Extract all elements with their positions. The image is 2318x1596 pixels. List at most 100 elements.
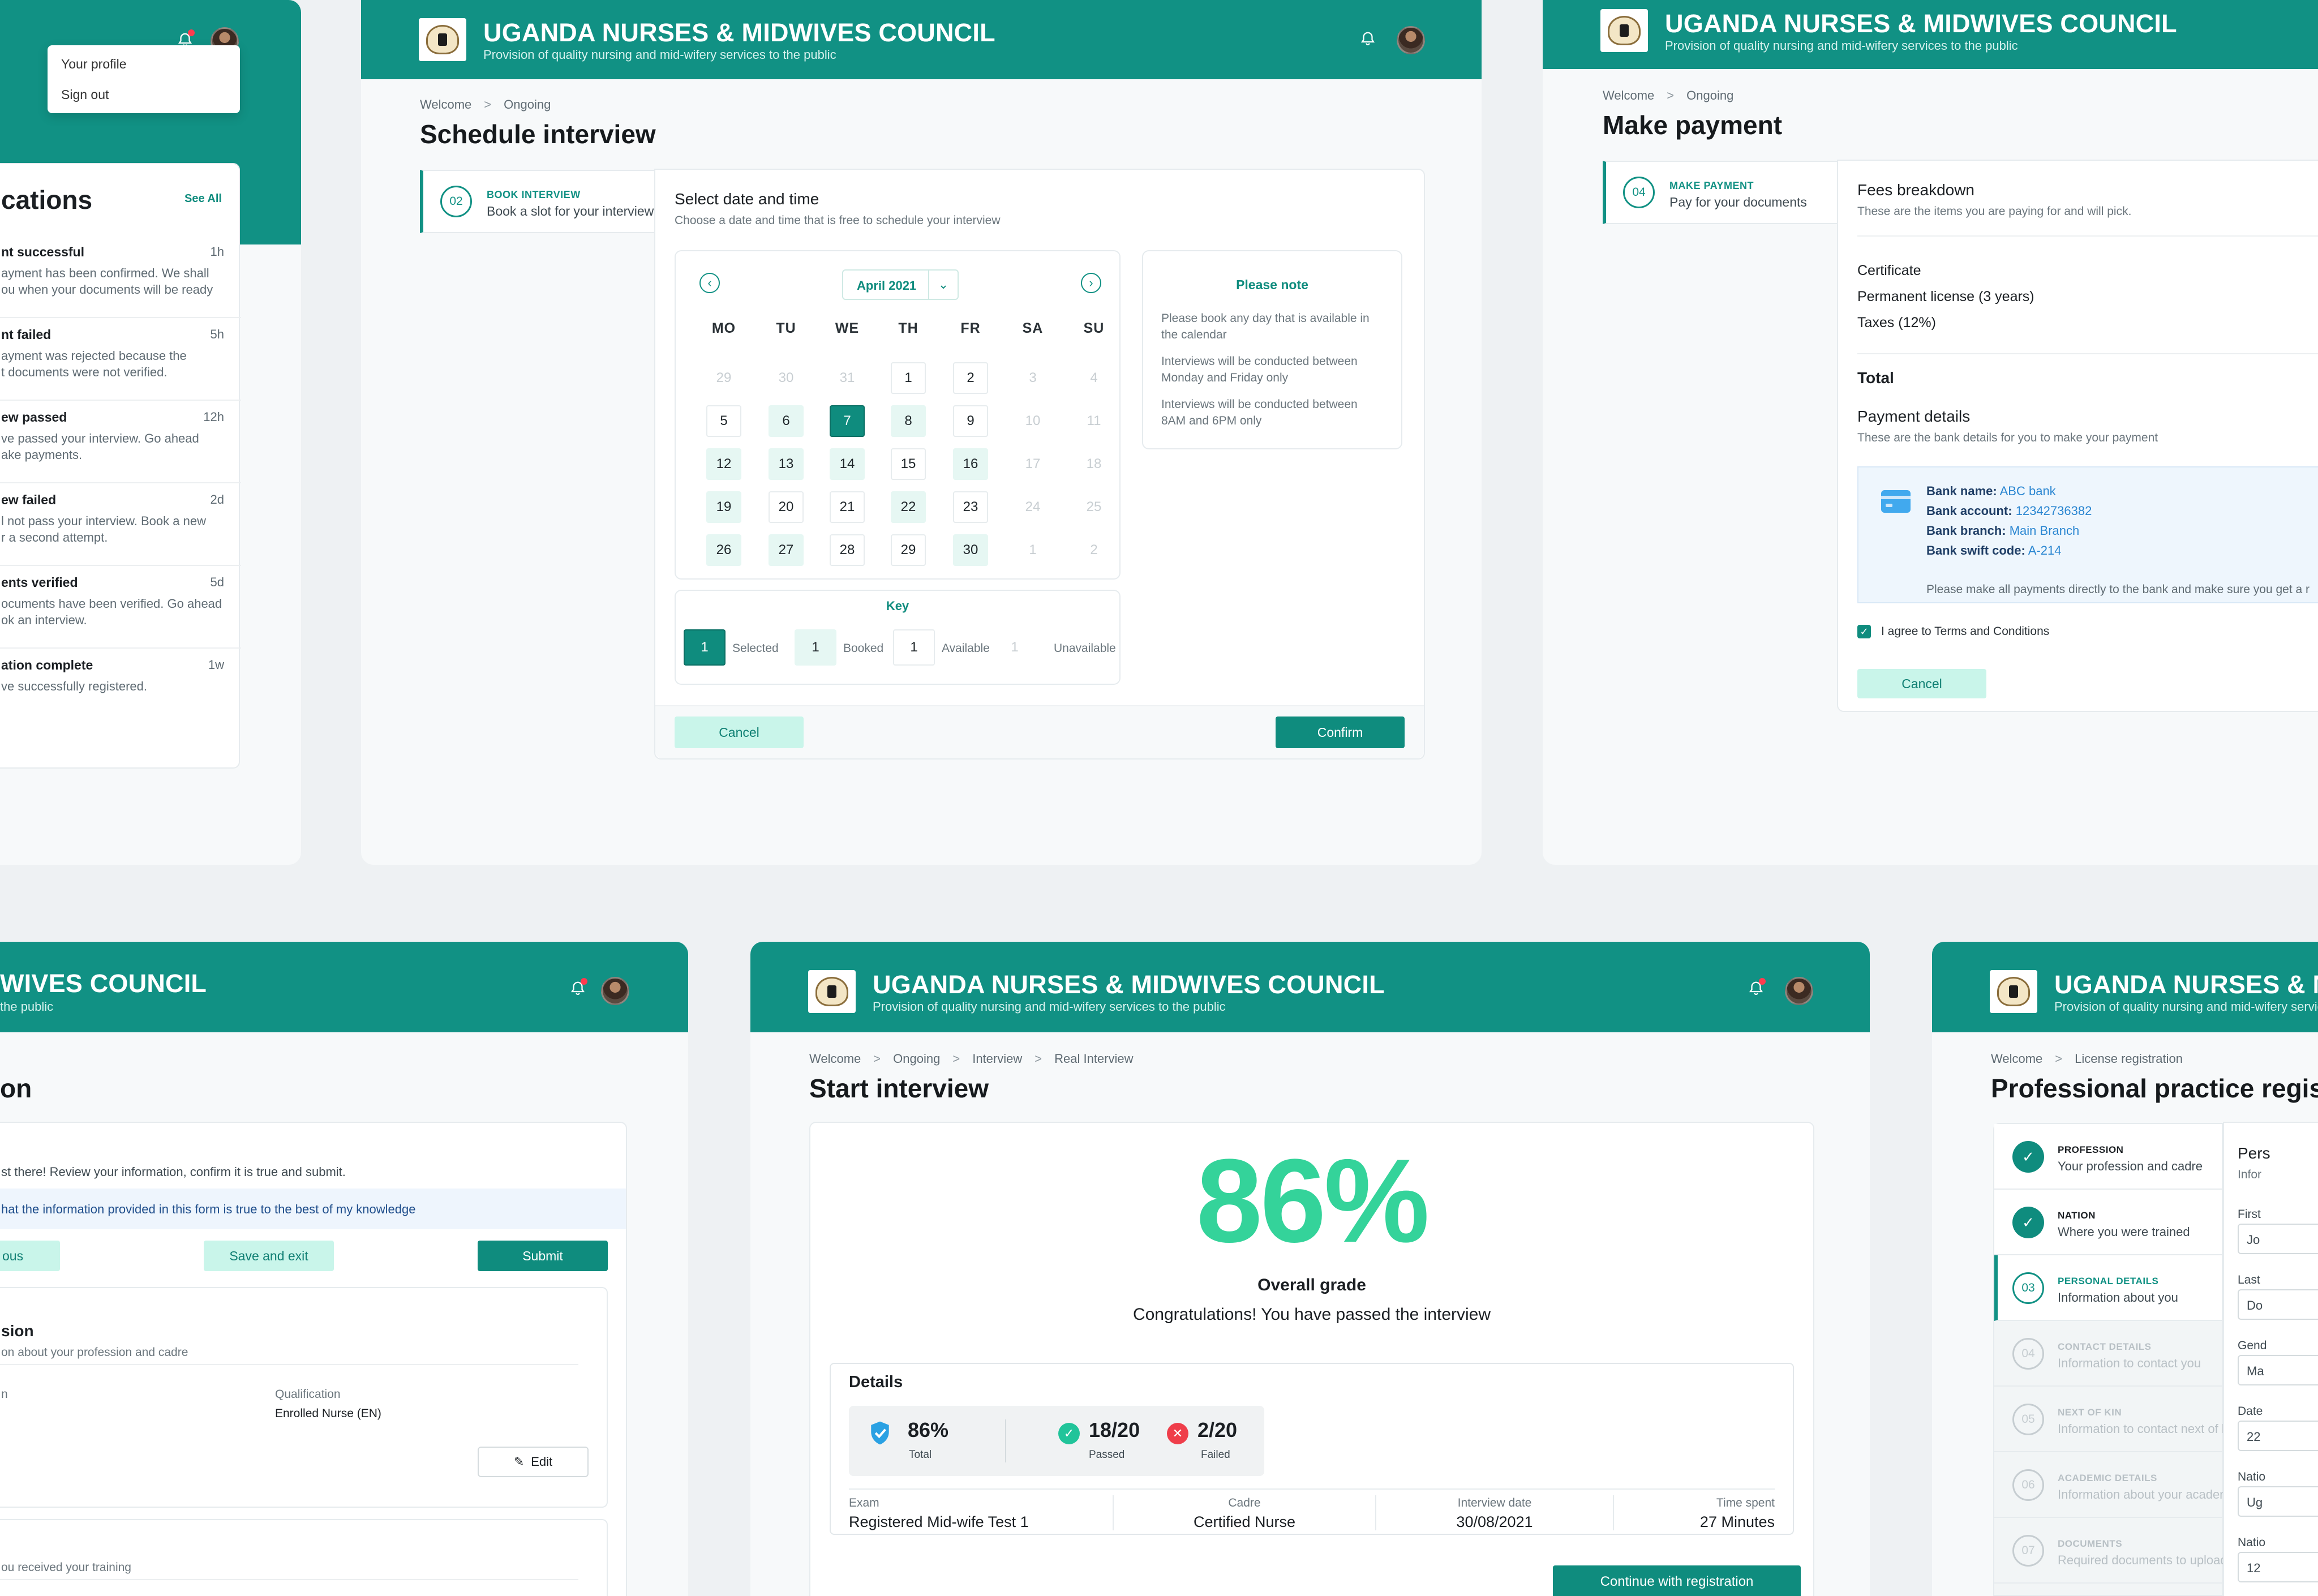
notification-item[interactable]: ents verified 5d ocuments have been verifi… bbox=[0, 566, 241, 649]
registration-steps: ✓ PROFESSION Your profession and cadre ✓ NAT… bbox=[1993, 1123, 2245, 1596]
notification-item[interactable]: ew passed 12h ve passed your interview. Go… bbox=[0, 401, 241, 483]
menu-item-sign-out[interactable]: Sign out bbox=[61, 87, 109, 102]
breadcrumb-ongoing[interactable]: Ongoing bbox=[504, 97, 551, 111]
breadcrumb-welcome[interactable]: Welcome bbox=[420, 97, 471, 111]
council-logo bbox=[808, 970, 856, 1013]
notification-text: ou when your documents will be ready bbox=[1, 282, 213, 297]
edit-button[interactable]: ✎ Edit bbox=[478, 1447, 589, 1477]
see-all-link[interactable]: See All bbox=[184, 192, 222, 205]
previous-button[interactable]: ous bbox=[0, 1241, 60, 1271]
breadcrumb-ongoing[interactable]: Ongoing bbox=[893, 1052, 940, 1066]
calendar-day[interactable]: 28 bbox=[830, 534, 865, 566]
bell-icon[interactable] bbox=[1359, 31, 1376, 48]
calendar-day-selected[interactable]: 7 bbox=[830, 405, 865, 437]
bell-icon[interactable] bbox=[1748, 978, 1766, 997]
save-and-exit-button[interactable]: Save and exit bbox=[204, 1241, 334, 1271]
field-value: 12 bbox=[2247, 1561, 2261, 1575]
calendar-day[interactable]: 27 bbox=[769, 534, 804, 566]
step-make-payment[interactable]: 04 MAKE PAYMENT Pay for your documents bbox=[1603, 161, 1840, 224]
calendar-day: 29 bbox=[716, 370, 732, 385]
pencil-icon: ✎ bbox=[513, 1455, 525, 1469]
form-title: Pers bbox=[2238, 1144, 2270, 1162]
calendar-day[interactable]: 23 bbox=[953, 491, 988, 523]
agree-checkbox[interactable]: ✓ bbox=[1857, 625, 1871, 638]
calendar-day: 3 bbox=[1029, 370, 1037, 385]
submit-button[interactable]: Submit bbox=[478, 1241, 608, 1271]
congrats-message: Congratulations! You have passed the int… bbox=[1132, 1305, 1491, 1324]
bank-detail-key: Bank account: bbox=[1926, 504, 2012, 518]
form-field: Gend Ma bbox=[2238, 1339, 2318, 1405]
menu-item-your-profile[interactable]: Your profile bbox=[61, 57, 127, 72]
calendar-day[interactable]: 1 bbox=[891, 362, 926, 394]
field-label: First bbox=[2238, 1208, 2261, 1221]
notification-text: ve passed your interview. Go ahead bbox=[1, 431, 199, 445]
calendar-day[interactable]: 22 bbox=[891, 491, 926, 523]
overall-score: 86% bbox=[1196, 1134, 1430, 1267]
calendar-day[interactable]: 8 bbox=[891, 405, 926, 437]
calendar-day[interactable]: 12 bbox=[706, 448, 741, 480]
notification-text: l not pass your interview. Book a new bbox=[1, 514, 206, 528]
step-book-interview[interactable]: 02 BOOK INTERVIEW Book a slot for your i… bbox=[420, 170, 658, 233]
notification-item[interactable]: ation complete 1w ve successfully register… bbox=[0, 649, 241, 731]
field-input[interactable]: 12 bbox=[2238, 1552, 2318, 1582]
breadcrumb-real-interview[interactable]: Real Interview bbox=[1054, 1052, 1133, 1066]
registration-step[interactable]: 04 CONTACT DETAILS Information to contact … bbox=[1994, 1321, 2222, 1387]
calendar-day[interactable]: 26 bbox=[706, 534, 741, 566]
registration-step[interactable]: 05 NEXT OF KIN Information to contact next… bbox=[1994, 1387, 2238, 1452]
registration-step[interactable]: 06 ACADEMIC DETAILS Information about your… bbox=[1994, 1452, 2245, 1518]
calendar-day[interactable]: 9 bbox=[953, 405, 988, 437]
calendar-day[interactable]: 19 bbox=[706, 491, 741, 523]
calendar-day[interactable]: 2 bbox=[953, 362, 988, 394]
field-input[interactable]: Ma bbox=[2238, 1355, 2318, 1385]
bell-icon[interactable] bbox=[569, 978, 587, 997]
field-input[interactable]: Jo bbox=[2238, 1224, 2318, 1254]
calendar-day[interactable]: 5 bbox=[706, 405, 741, 437]
breadcrumb-welcome[interactable]: Welcome bbox=[1991, 1052, 2042, 1066]
registration-step[interactable]: ✓ PROFESSION Your profession and cadre bbox=[1994, 1124, 2222, 1190]
note-line: 8AM and 6PM only bbox=[1161, 414, 1262, 427]
breadcrumb-ongoing[interactable]: Ongoing bbox=[1686, 88, 1733, 102]
calendar-day[interactable]: 20 bbox=[769, 491, 804, 523]
field-input[interactable]: Do bbox=[2238, 1289, 2318, 1320]
cancel-button[interactable]: Cancel bbox=[675, 717, 804, 748]
fee-item: Permanent license (3 years) bbox=[1857, 289, 2034, 304]
avatar[interactable] bbox=[1397, 26, 1425, 54]
registration-step[interactable]: ✓ NATION Where you were trained bbox=[1994, 1190, 2222, 1255]
registration-step[interactable]: 03 PERSONAL DETAILS Information about you bbox=[1994, 1255, 2222, 1321]
avatar[interactable] bbox=[1785, 977, 1813, 1005]
section-desc: on about your profession and cadre bbox=[1, 1346, 188, 1359]
breadcrumb-welcome[interactable]: Welcome bbox=[809, 1052, 861, 1066]
cancel-button[interactable]: Cancel bbox=[1857, 669, 1986, 698]
note-list: Please book any day that is available in… bbox=[1161, 310, 1393, 439]
calendar-day[interactable]: 16 bbox=[953, 448, 988, 480]
calendar-day[interactable]: 15 bbox=[891, 448, 926, 480]
form-field: Natio Ug bbox=[2238, 1470, 2318, 1536]
calendar-day[interactable]: 13 bbox=[769, 448, 804, 480]
section-title: Select date and time bbox=[675, 190, 819, 208]
confirm-button[interactable]: Confirm bbox=[1276, 717, 1405, 748]
calendar-day[interactable]: 14 bbox=[830, 448, 865, 480]
field-input[interactable]: 22 bbox=[2238, 1421, 2318, 1451]
breadcrumb-interview[interactable]: Interview bbox=[972, 1052, 1022, 1066]
calendar-day[interactable]: 29 bbox=[891, 534, 926, 566]
registration-step[interactable]: 07 DOCUMENTS Required documents to upload bbox=[1994, 1518, 2227, 1584]
notification-item[interactable]: ew failed 2d l not pass your interview. Bo… bbox=[0, 483, 241, 566]
note-line: the calendar bbox=[1161, 328, 1227, 341]
agree-label[interactable]: I agree to Terms and Conditions bbox=[1881, 625, 2049, 638]
notification-item[interactable]: nt failed 5h ayment was rejected because t… bbox=[0, 318, 241, 401]
payment-details-desc: These are the bank details for you to ma… bbox=[1857, 431, 2158, 444]
field-value: Do bbox=[2247, 1298, 2263, 1312]
council-logo bbox=[1600, 9, 1648, 52]
field-input[interactable]: Ug bbox=[2238, 1486, 2318, 1517]
calendar-day[interactable]: 6 bbox=[769, 405, 804, 437]
continue-registration-button[interactable]: Continue with registration bbox=[1553, 1565, 1801, 1596]
notification-title: ents verified bbox=[1, 575, 78, 590]
breadcrumb-license-registration[interactable]: License registration bbox=[2075, 1052, 2183, 1066]
calendar-day[interactable]: 30 bbox=[953, 534, 988, 566]
avatar[interactable] bbox=[601, 977, 629, 1005]
calendar-day[interactable]: 21 bbox=[830, 491, 865, 523]
key-booked-label: Booked bbox=[843, 642, 884, 655]
breadcrumb-welcome[interactable]: Welcome bbox=[1603, 88, 1654, 102]
notification-item[interactable]: nt successful 1h ayment has been confirmed… bbox=[0, 235, 241, 318]
app-subtitle: Provision of quality nursing and mid-wif… bbox=[873, 999, 1226, 1014]
